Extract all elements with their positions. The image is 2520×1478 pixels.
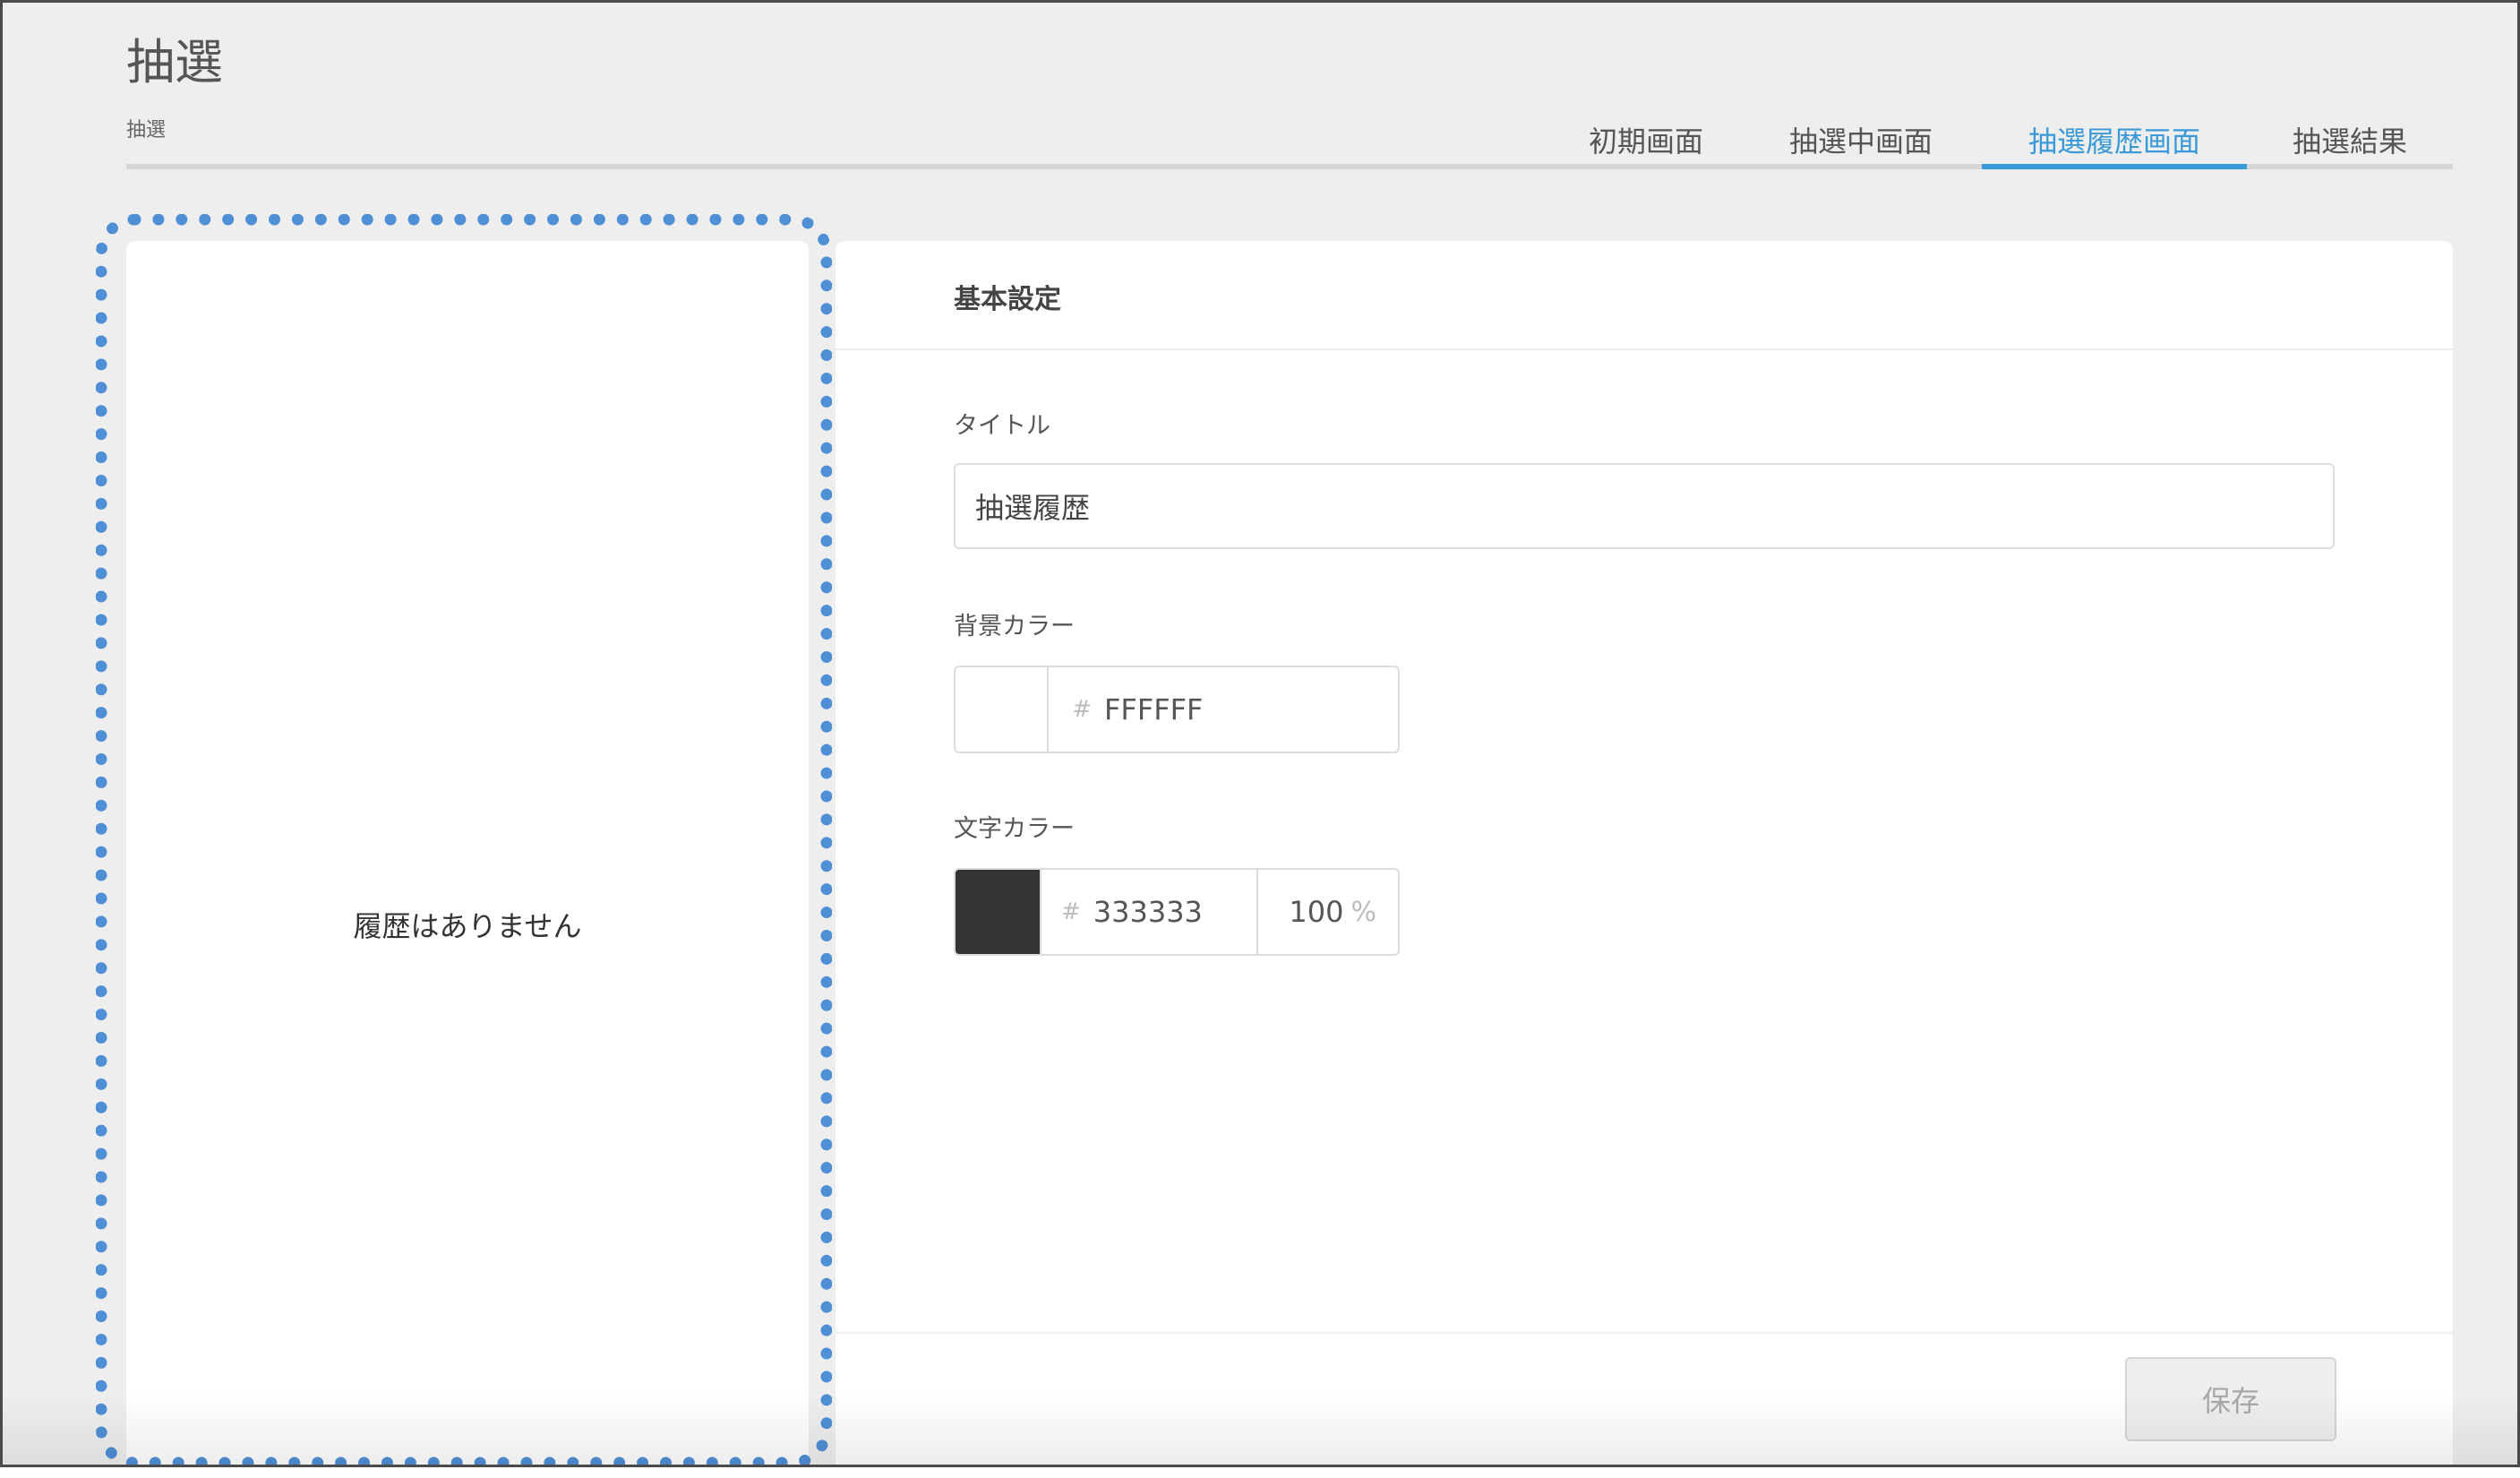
tab-initial-screen[interactable]: 初期画面 xyxy=(1552,117,1740,169)
app-window: 抽選 抽選 初期画面 抽選中画面 抽選履歴画面 抽選結果 履歴はありません 基本… xyxy=(0,0,2520,1467)
tab-drawing-screen[interactable]: 抽選中画面 xyxy=(1740,117,1982,169)
text-color-field: # % xyxy=(954,868,1400,956)
text-opacity-input[interactable] xyxy=(1272,895,1344,929)
page-title: 抽選 xyxy=(126,34,223,90)
breadcrumb[interactable]: 抽選 xyxy=(126,114,166,142)
text-color-hex-input[interactable] xyxy=(1093,870,1256,954)
title-field-label: タイトル xyxy=(954,412,1050,440)
text-color-swatch[interactable] xyxy=(956,870,1041,954)
settings-panel: 基本設定 タイトル 背景カラー # 文字カラー # % 保存 xyxy=(836,241,2453,1465)
background-color-label: 背景カラー xyxy=(954,613,1075,640)
empty-history-message: 履歴はありません xyxy=(353,909,582,943)
hash-prefix: # xyxy=(1072,696,1092,723)
text-color-label: 文字カラー xyxy=(954,815,1075,843)
background-color-hex-input[interactable] xyxy=(1104,667,1373,752)
background-color-field: # xyxy=(954,666,1400,753)
screen-tabs: 初期画面 抽選中画面 抽選履歴画面 抽選結果 xyxy=(1552,117,2453,169)
history-preview-panel: 履歴はありません xyxy=(126,241,809,1465)
settings-footer: 保存 xyxy=(836,1332,2453,1465)
tab-history-screen[interactable]: 抽選履歴画面 xyxy=(1982,117,2247,169)
hash-prefix: # xyxy=(1060,898,1081,925)
save-button[interactable]: 保存 xyxy=(2125,1357,2336,1441)
title-input[interactable] xyxy=(954,463,2335,549)
settings-header: 基本設定 xyxy=(836,241,2453,350)
settings-section-title: 基本設定 xyxy=(954,284,1061,315)
text-opacity-cell: % xyxy=(1256,870,1398,954)
background-color-swatch[interactable] xyxy=(956,667,1049,752)
tab-results[interactable]: 抽選結果 xyxy=(2247,117,2453,169)
percent-unit: % xyxy=(1350,896,1376,928)
